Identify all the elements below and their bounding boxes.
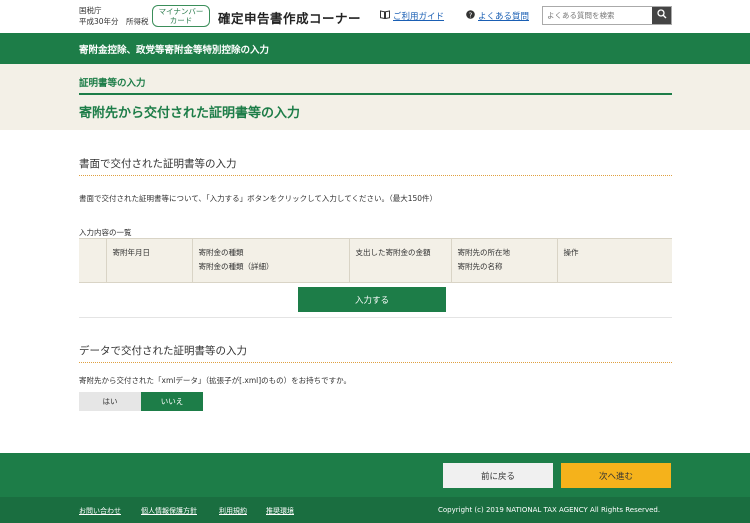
guide-link[interactable]: ご利用ガイド [380,10,444,22]
column-address-label: 寄附先の所在地 [457,248,511,257]
column-header-select [79,238,106,283]
list-caption: 入力内容の一覧 [79,228,132,237]
column-action-label: 操作 [563,248,579,257]
column-type-label: 寄附金の種類 [198,248,244,257]
mynumber-line1: マイナンバー [158,7,204,16]
search-button[interactable] [652,7,671,24]
column-name-label: 寄附先の名称 [457,262,503,271]
guide-link-label: ご利用ガイド [393,12,445,22]
xml-no-toggle[interactable]: いいえ [141,392,203,411]
footer-link-contact[interactable]: お問い合わせ [79,506,121,516]
column-type-detail-label: 寄附金の種類（詳細） [198,262,274,271]
xml-question: 寄附先から交付された「xmlデータ」（拡張子が[.xml]のもの）をお持ちですか… [79,376,351,385]
add-entry-button[interactable]: 入力する [298,287,446,312]
column-header-recipient: 寄附先の所在地 寄附先の名称 [450,238,557,283]
paper-instruction: 書面で交付された証明書等について、「入力する」ボタンをクリックして入力してくださ… [79,194,438,203]
tax-year: 平成30年分 所得税 [79,17,149,26]
faq-search [542,6,672,25]
data-section-heading: データで交付された証明書等の入力 [79,345,247,357]
section-label: 証明書等の入力 [79,78,146,89]
xml-yes-toggle[interactable]: はい [79,392,141,411]
column-header-amount: 支出した寄附金の金額 [348,238,451,283]
column-header-action: 操作 [556,238,672,283]
search-input[interactable] [543,7,653,24]
agency-label: 国税庁 平成30年分 所得税 [79,5,149,27]
back-button[interactable]: 前に戻る [443,463,553,488]
data-section-divider [79,362,672,363]
book-icon [380,10,390,22]
column-header-date: 寄附年月日 [105,238,192,283]
mynumber-line2: カード [169,16,193,25]
column-amount-label: 支出した寄附金の金額 [355,248,431,257]
footer-link-terms[interactable]: 利用規約 [219,506,247,516]
svg-text:?: ? [469,11,473,19]
agency-name: 国税庁 [79,6,102,15]
copyright: Copyright (c) 2019 NATIONAL TAX AGENCY A… [438,506,661,514]
column-header-type: 寄附金の種類寄附金の種類（詳細） [191,238,349,283]
footer-link-privacy[interactable]: 個人情報保護方針 [141,506,197,516]
paper-section-divider [79,175,672,176]
section-divider [79,317,672,318]
mynumber-card-badge[interactable]: マイナンバー カード [152,5,210,27]
search-icon [656,9,667,22]
table-header-row: 寄附年月日 寄附金の種類寄附金の種類（詳細） 支出した寄附金の金額 寄附先の所在… [79,238,672,283]
site-title: 確定申告書作成コーナー [218,11,362,26]
faq-link[interactable]: ? よくある質問 [466,10,529,22]
page-title: 寄附先から交付された証明書等の入力 [79,106,301,121]
question-icon: ? [466,10,475,22]
next-button[interactable]: 次へ進む [561,463,671,488]
paper-section-heading: 書面で交付された証明書等の入力 [79,158,237,170]
faq-link-label: よくある質問 [478,12,530,22]
section-underline [79,93,672,95]
entry-list-table: 寄附年月日 寄附金の種類寄附金の種類（詳細） 支出した寄附金の金額 寄附先の所在… [79,238,672,283]
column-date-label: 寄附年月日 [112,248,151,257]
form-category-title: 寄附金控除、政党等寄附金等特別控除の入力 [79,45,270,56]
footer-link-environment[interactable]: 推奨環境 [266,506,294,516]
form-category-band: 寄附金控除、政党等寄附金等特別控除の入力 [0,33,750,64]
